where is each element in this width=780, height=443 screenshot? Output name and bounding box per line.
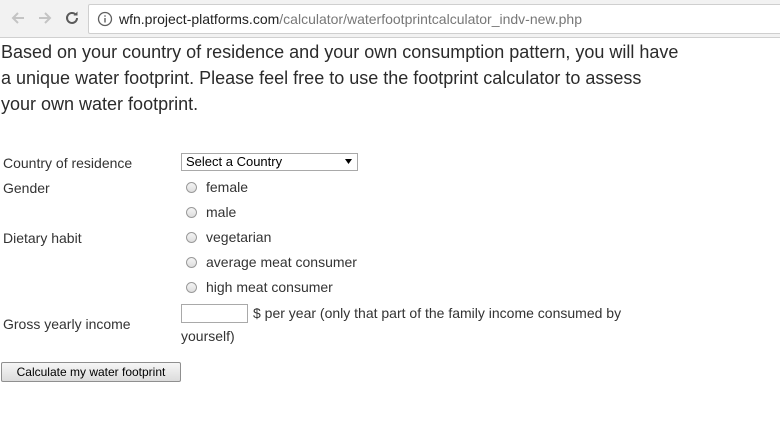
income-label: Gross yearly income (3, 316, 131, 332)
forward-button[interactable] (35, 8, 55, 28)
arrow-right-icon (39, 12, 52, 24)
gender-option-female[interactable]: female (186, 178, 248, 196)
gender-male-label: male (206, 204, 237, 220)
income-input[interactable] (181, 304, 248, 323)
url-path: /calculator/waterfootprintcalculator_ind… (279, 11, 583, 27)
diet-high-meat-label: high meat consumer (206, 279, 333, 295)
gender-label: Gender (3, 180, 50, 196)
diet-high-meat-radio[interactable] (186, 281, 197, 293)
diet-option-average-meat[interactable]: average meat consumer (186, 253, 357, 271)
intro-line-3: your own water footprint. (1, 94, 199, 114)
reload-button[interactable] (62, 8, 82, 28)
calculate-button[interactable]: Calculate my water footprint (1, 362, 181, 382)
browser-toolbar: wfn.project-platforms.com/calculator/wat… (0, 0, 780, 38)
intro-line-2: a unique water footprint. Please feel fr… (1, 68, 642, 88)
chevron-down-icon (345, 159, 352, 164)
country-label: Country of residence (3, 155, 133, 171)
intro-line-1: Based on your country of residence and y… (1, 42, 679, 62)
gender-male-radio[interactable] (186, 206, 197, 218)
diet-option-high-meat[interactable]: high meat consumer (186, 278, 333, 296)
diet-option-vegetarian[interactable]: vegetarian (186, 228, 271, 246)
country-select[interactable]: Select a Country (181, 153, 358, 171)
diet-average-meat-radio[interactable] (186, 256, 197, 268)
diet-label: Dietary habit (3, 230, 82, 246)
address-bar[interactable]: wfn.project-platforms.com/calculator/wat… (88, 4, 780, 34)
info-icon[interactable] (97, 11, 113, 27)
gender-female-radio[interactable] (186, 181, 197, 193)
url-host: wfn.project-platforms.com (119, 11, 280, 27)
income-note-line-1: $ per year (only that part of the family… (253, 305, 622, 321)
country-select-value: Select a Country (186, 154, 283, 169)
diet-vegetarian-label: vegetarian (206, 229, 272, 245)
url-text: wfn.project-platforms.com/calculator/wat… (119, 11, 582, 27)
arrow-left-icon (11, 12, 24, 24)
gender-option-male[interactable]: male (186, 203, 236, 221)
diet-vegetarian-radio[interactable] (186, 231, 197, 243)
income-note-line-2: yourself) (181, 328, 235, 344)
intro-paragraph: Based on your country of residence and y… (1, 39, 691, 117)
reload-icon (66, 11, 78, 24)
gender-female-label: female (206, 179, 249, 195)
diet-average-meat-label: average meat consumer (206, 254, 357, 270)
back-button[interactable] (8, 8, 28, 28)
